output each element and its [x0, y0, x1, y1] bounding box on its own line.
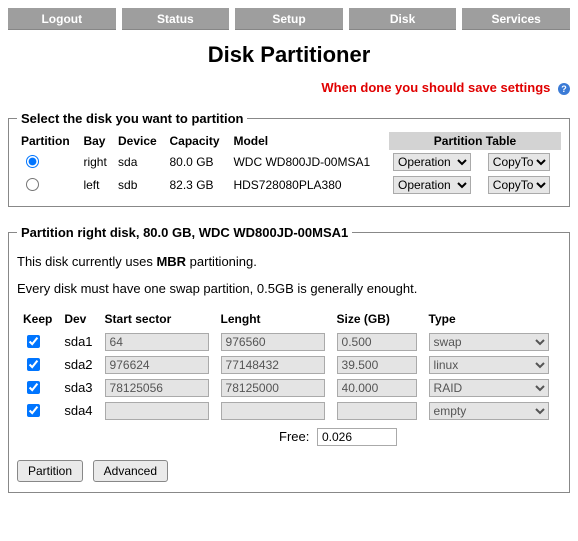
start-input-3[interactable] — [105, 379, 209, 397]
mbr-line-a: This disk currently uses — [17, 254, 156, 269]
start-input-4[interactable] — [105, 402, 209, 420]
partition-table: Keep Dev Start sector Lenght Size (GB) T… — [17, 308, 555, 422]
type-select-3[interactable]: RAID — [429, 379, 549, 397]
length-input-2[interactable] — [221, 356, 325, 374]
nav-setup[interactable]: Setup — [235, 8, 343, 30]
disk-select-table: Partition Bay Device Capacity Model Part… — [17, 132, 561, 196]
part-row-2: sda2 linux — [17, 353, 555, 376]
col-device: Device — [114, 132, 165, 150]
dev-cell: sda1 — [58, 330, 98, 353]
operation-select-sda[interactable]: Operation — [393, 153, 471, 171]
size-input-1[interactable] — [337, 333, 417, 351]
type-select-4[interactable]: empty — [429, 402, 549, 420]
start-input-2[interactable] — [105, 356, 209, 374]
col-capacity: Capacity — [166, 132, 230, 150]
operation-select-sdb[interactable]: Operation — [393, 176, 471, 194]
nav-services[interactable]: Services — [462, 8, 570, 30]
partition-fieldset: Partition right disk, 80.0 GB, WDC WD800… — [8, 225, 570, 493]
cell-model: WDC WD800JD-00MSA1 — [229, 150, 389, 173]
dev-cell: sda4 — [58, 399, 98, 422]
dev-cell: sda2 — [58, 353, 98, 376]
pcol-length: Lenght — [215, 308, 331, 330]
length-input-3[interactable] — [221, 379, 325, 397]
copyto-select-sdb[interactable]: CopyTo — [488, 176, 550, 194]
disk-row-sdb: left sdb 82.3 GB HDS728080PLA380 Operati… — [17, 173, 561, 196]
pcol-start: Start sector — [99, 308, 215, 330]
cell-device: sdb — [114, 173, 165, 196]
cell-model: HDS728080PLA380 — [229, 173, 389, 196]
size-input-3[interactable] — [337, 379, 417, 397]
free-label: Free: — [279, 429, 309, 444]
size-input-2[interactable] — [337, 356, 417, 374]
free-input[interactable] — [317, 428, 397, 446]
col-partition-table: Partition Table — [389, 132, 561, 150]
part-row-3: sda3 RAID — [17, 376, 555, 399]
disk-row-sda: right sda 80.0 GB WDC WD800JD-00MSA1 Ope… — [17, 150, 561, 173]
cell-capacity: 80.0 GB — [166, 150, 230, 173]
length-input-1[interactable] — [221, 333, 325, 351]
cell-capacity: 82.3 GB — [166, 173, 230, 196]
nav-status[interactable]: Status — [122, 8, 230, 30]
col-partition: Partition — [17, 132, 79, 150]
nav-disk[interactable]: Disk — [349, 8, 457, 30]
pcol-size: Size (GB) — [331, 308, 423, 330]
top-nav: Logout Status Setup Disk Services — [8, 8, 570, 30]
part-row-4: sda4 empty — [17, 399, 555, 422]
type-select-2[interactable]: linux — [429, 356, 549, 374]
size-input-4[interactable] — [337, 402, 417, 420]
mbr-line: This disk currently uses MBR partitionin… — [17, 254, 561, 269]
save-warning: When done you should save settings ? — [8, 80, 570, 95]
nav-logout[interactable]: Logout — [8, 8, 116, 30]
pcol-dev: Dev — [58, 308, 98, 330]
pcol-type: Type — [423, 308, 555, 330]
mbr-line-b: MBR — [156, 254, 186, 269]
disk-radio-sdb[interactable] — [26, 178, 39, 191]
button-row: Partition Advanced — [17, 460, 561, 482]
keep-checkbox-2[interactable] — [27, 358, 40, 371]
cell-device: sda — [114, 150, 165, 173]
length-input-4[interactable] — [221, 402, 325, 420]
disk-select-fieldset: Select the disk you want to partition Pa… — [8, 111, 570, 207]
advanced-button[interactable]: Advanced — [93, 460, 168, 482]
save-warning-text: When done you should save settings — [321, 80, 550, 95]
part-row-1: sda1 swap — [17, 330, 555, 353]
partition-legend: Partition right disk, 80.0 GB, WDC WD800… — [17, 225, 352, 240]
type-select-1[interactable]: swap — [429, 333, 549, 351]
col-bay: Bay — [79, 132, 114, 150]
col-model: Model — [229, 132, 389, 150]
keep-checkbox-1[interactable] — [27, 335, 40, 348]
free-row: Free: — [17, 428, 397, 446]
pcol-keep: Keep — [17, 308, 58, 330]
cell-bay: right — [79, 150, 114, 173]
keep-checkbox-4[interactable] — [27, 404, 40, 417]
cell-bay: left — [79, 173, 114, 196]
swap-hint: Every disk must have one swap partition,… — [17, 281, 561, 296]
start-input-1[interactable] — [105, 333, 209, 351]
copyto-select-sda[interactable]: CopyTo — [488, 153, 550, 171]
dev-cell: sda3 — [58, 376, 98, 399]
disk-radio-sda[interactable] — [26, 155, 39, 168]
disk-select-legend: Select the disk you want to partition — [17, 111, 247, 126]
partition-button[interactable]: Partition — [17, 460, 83, 482]
keep-checkbox-3[interactable] — [27, 381, 40, 394]
mbr-line-c: partitioning. — [186, 254, 257, 269]
help-icon[interactable]: ? — [558, 83, 570, 95]
page-title: Disk Partitioner — [8, 42, 570, 68]
